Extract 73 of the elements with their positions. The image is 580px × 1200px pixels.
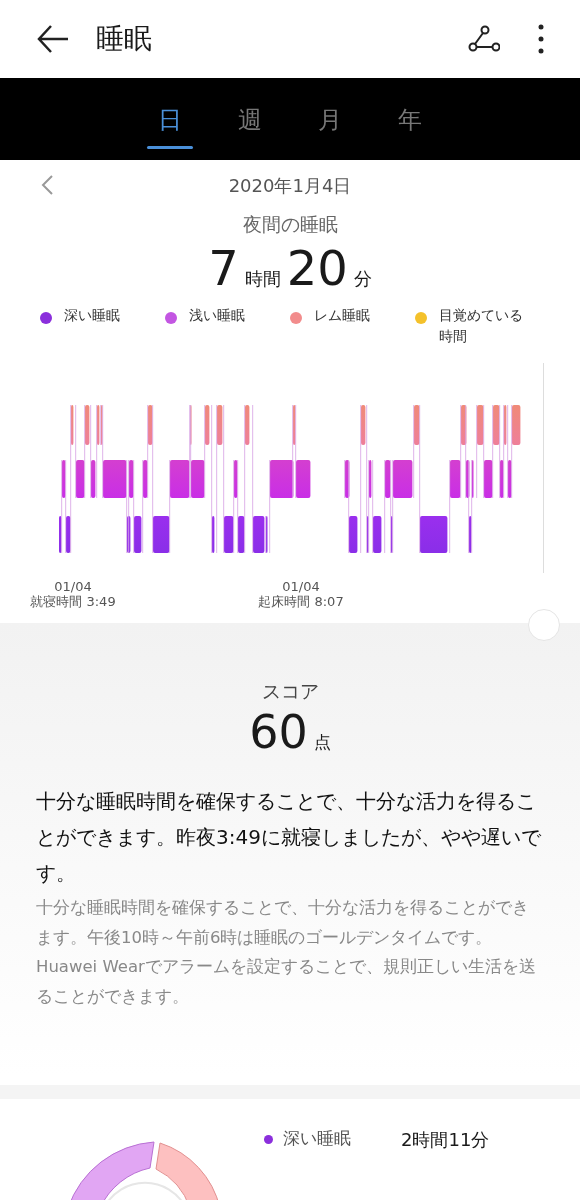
sleep-stage-bar (477, 404, 484, 445)
sleep-stage-bar (361, 404, 366, 445)
sleep-stage-bar (493, 404, 500, 445)
sleep-stage-bar (205, 404, 210, 445)
sleep-stage-bar (76, 459, 85, 498)
sleep-stage-bar (85, 404, 90, 445)
period-tab[interactable]: 日 (146, 89, 194, 149)
sleep-stage-bar (385, 459, 391, 498)
sleep-stage-bar (504, 404, 507, 445)
wake-time-label: 起床時間 8:07 (258, 593, 344, 609)
score-value: 60 (249, 705, 308, 759)
sleep-title: 夜間の睡眠 (242, 212, 338, 237)
sleep-stage-bar (234, 459, 238, 498)
date-label: 2020年1月4日 (228, 173, 352, 198)
hours-unit: 時間 (244, 266, 281, 291)
minutes-unit: 分 (353, 266, 372, 291)
stage-duration: 2時間11分 (401, 1127, 490, 1152)
sleep-stage-bar (71, 404, 74, 445)
sleep-stage-bar (148, 404, 153, 445)
drag-handle[interactable] (528, 608, 560, 641)
sleep-stage-bar (62, 459, 66, 498)
sleep-stage-bar (143, 459, 148, 498)
sleep-stage-bar (414, 404, 420, 445)
sleep-stage-bar (91, 459, 96, 498)
sleep-stage-bar (217, 404, 223, 445)
legend-label: 浅い睡眠 (189, 305, 246, 325)
sleep-stage-bar (66, 515, 71, 553)
sleep-stage-bar (296, 459, 311, 498)
sleep-stage-bar (349, 515, 358, 553)
sleep-stage-bar (134, 515, 142, 553)
sleep-stage-bar (508, 459, 512, 498)
page-title: 睡眠 (96, 21, 152, 57)
sleep-stage-bar (293, 404, 296, 445)
sleep-stage-bar (245, 404, 250, 445)
legend-label: 深い睡眠 (64, 305, 121, 325)
detail-text: 十分な睡眠時間を確保することで、十分な活力を得ることができます。午後10時～午前6時は睡眠のゴールデンタイムです。Huawei Wearでアラームを設定することで、規則正しい生活を送ることができます。 (35, 897, 537, 1008)
score-unit: 点 (313, 731, 331, 754)
stage-label: 深い睡眠 (283, 1127, 351, 1151)
sleep-stage-bar (500, 459, 504, 498)
sleep-stage-bar (369, 459, 372, 498)
hours-value: 7 (208, 240, 239, 295)
sleep-stage-bar (191, 459, 205, 498)
sleep-stage-bar (270, 459, 294, 498)
period-tab[interactable]: 週 (226, 89, 274, 149)
sleep-stage-bar (212, 515, 215, 553)
period-tab[interactable]: 年 (386, 89, 434, 149)
more-options-icon[interactable] (538, 24, 544, 54)
period-tab[interactable]: 月 (306, 89, 354, 149)
sleep-stage-bar (469, 515, 472, 553)
sleep-stage-bar (129, 459, 134, 498)
sleep-stage-bar (420, 515, 448, 553)
sleep-stage-bar (224, 515, 234, 553)
score-label: スコア (261, 678, 319, 704)
chart-date-label: 01/04 (282, 578, 320, 594)
share-icon[interactable] (468, 25, 500, 53)
legend-label: レム睡眠 (314, 305, 371, 325)
advice-text: 十分な睡眠時間を確保することで、十分な活力を得ることができます。昨夜3:49に就寝しましたが、やや遅いです。 (35, 788, 542, 887)
sleep-stage-bar (450, 459, 461, 498)
previous-day-icon[interactable] (40, 174, 54, 196)
sleep-stage-bar (59, 515, 62, 553)
back-icon[interactable] (36, 24, 70, 54)
sleep-stage-bar (373, 515, 382, 553)
minutes-value: 20 (286, 240, 348, 295)
sleep-stage-bar (153, 515, 170, 553)
sleep-stage-bar (393, 459, 413, 498)
chart-date-label: 01/04 (54, 578, 92, 594)
sleep-stage-bar (512, 404, 521, 445)
sleep-stage-bar (103, 459, 127, 498)
sleep-stage-bar (484, 459, 493, 498)
legend-label: 目覚めている時間 (439, 305, 524, 346)
sleep-stage-bar (170, 459, 190, 498)
sleep-stage-bar (238, 515, 245, 553)
bedtime-label: 就寝時間 3:49 (30, 593, 116, 609)
